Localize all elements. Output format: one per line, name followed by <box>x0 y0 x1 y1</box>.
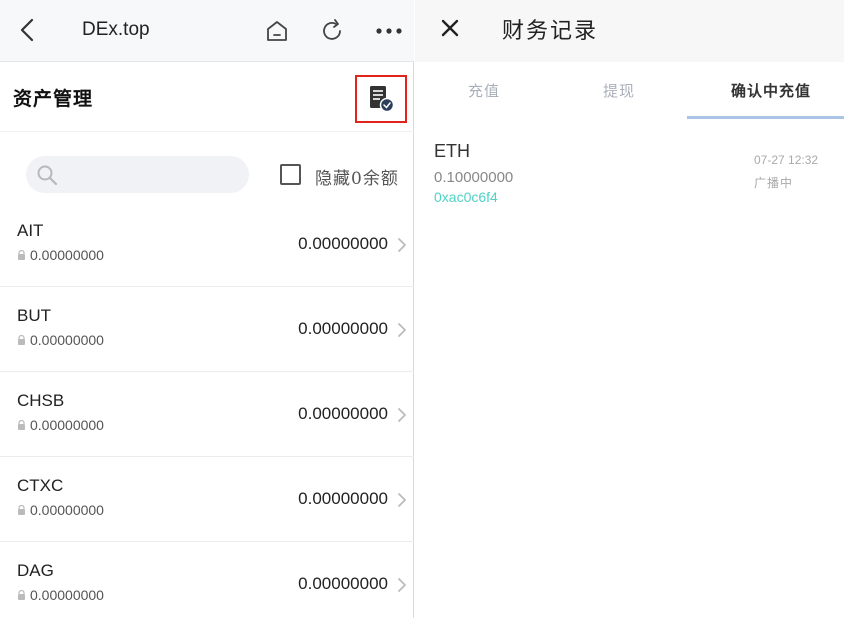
tab-withdraw[interactable]: 提现 <box>599 80 639 101</box>
hide-zero-label: 隐藏0余额 <box>315 169 399 189</box>
records-header: 财务记录 <box>415 0 844 62</box>
asset-balance: 0.00000000 <box>298 319 388 338</box>
lock-icon <box>18 420 25 430</box>
section-title: 资产管理 <box>13 88 94 110</box>
more-icon[interactable] <box>375 20 403 42</box>
asset-row-but[interactable]: BUT 0.00000000 0.00000000 <box>0 287 414 372</box>
asset-row-ctxc[interactable]: CTXC 0.00000000 0.00000000 <box>0 457 414 542</box>
asset-row-dag[interactable]: DAG 0.00000000 0.00000000 <box>0 542 414 618</box>
record-address[interactable]: 0xac0c6f4 <box>434 189 498 205</box>
asset-management-header: 资产管理 <box>0 62 414 132</box>
search-box <box>26 156 249 193</box>
asset-symbol: CHSB <box>17 391 65 410</box>
asset-balance: 0.00000000 <box>298 234 388 253</box>
locked-amount: 0.00000000 <box>30 502 104 518</box>
close-icon[interactable] <box>440 17 460 39</box>
page-title: DEx.top <box>82 19 150 40</box>
chevron-right-icon <box>398 238 406 252</box>
record-item[interactable]: ETH 0.10000000 0xac0c6f4 07-27 12:32 广播中 <box>415 119 844 219</box>
asset-symbol: CTXC <box>17 476 64 495</box>
asset-balance: 0.00000000 <box>298 574 388 593</box>
search-input[interactable] <box>66 162 236 186</box>
back-arrow-icon[interactable] <box>16 16 40 44</box>
financial-records-button[interactable] <box>355 75 407 123</box>
home-icon[interactable] <box>265 18 289 44</box>
financial-records-panel: 财务记录 充值 提现 确认中充值 ETH 0.10000000 0xac0c6f… <box>415 0 844 618</box>
records-tabs: 充值 提现 确认中充值 <box>415 62 844 119</box>
asset-list: AIT 0.00000000 0.00000000 BUT 0.00000000… <box>0 202 414 618</box>
asset-balance: 0.00000000 <box>298 489 388 508</box>
chevron-right-icon <box>398 493 406 507</box>
browser-toolbar: DEx.top <box>0 0 414 62</box>
document-clock-icon <box>370 86 394 113</box>
lock-icon <box>18 505 25 515</box>
locked-amount: 0.00000000 <box>30 247 104 263</box>
search-icon <box>37 165 58 186</box>
chevron-right-icon <box>398 323 406 337</box>
asset-symbol: AIT <box>17 221 44 240</box>
tab-deposit[interactable]: 充值 <box>464 80 504 101</box>
chevron-right-icon <box>398 578 406 592</box>
asset-balance: 0.00000000 <box>298 404 388 423</box>
hide-zero-checkbox[interactable] <box>280 164 301 185</box>
lock-icon <box>18 590 25 600</box>
tab-pending-deposit[interactable]: 确认中充值 <box>726 80 816 101</box>
asset-filter-bar: 隐藏0余额 <box>0 132 414 212</box>
chevron-right-icon <box>398 408 406 422</box>
locked-amount: 0.00000000 <box>30 417 104 433</box>
locked-amount: 0.00000000 <box>30 332 104 348</box>
record-time: 07-27 12:32 <box>754 153 819 167</box>
lock-icon <box>18 335 25 345</box>
record-status: 广播中 <box>754 176 794 190</box>
lock-icon <box>18 250 25 260</box>
asset-row-chsb[interactable]: CHSB 0.00000000 0.00000000 <box>0 372 414 457</box>
refresh-icon[interactable] <box>321 18 345 44</box>
asset-symbol: BUT <box>17 306 51 325</box>
asset-symbol: DAG <box>17 561 54 580</box>
record-coin: ETH <box>434 141 470 161</box>
locked-amount: 0.00000000 <box>30 587 104 603</box>
record-amount: 0.10000000 <box>434 169 514 186</box>
asset-row-ait[interactable]: AIT 0.00000000 0.00000000 <box>0 202 414 287</box>
records-title: 财务记录 <box>502 19 599 44</box>
asset-panel: DEx.top 资产管理 隐藏0余额 AIT 0.00000000 0.0000… <box>0 0 414 618</box>
